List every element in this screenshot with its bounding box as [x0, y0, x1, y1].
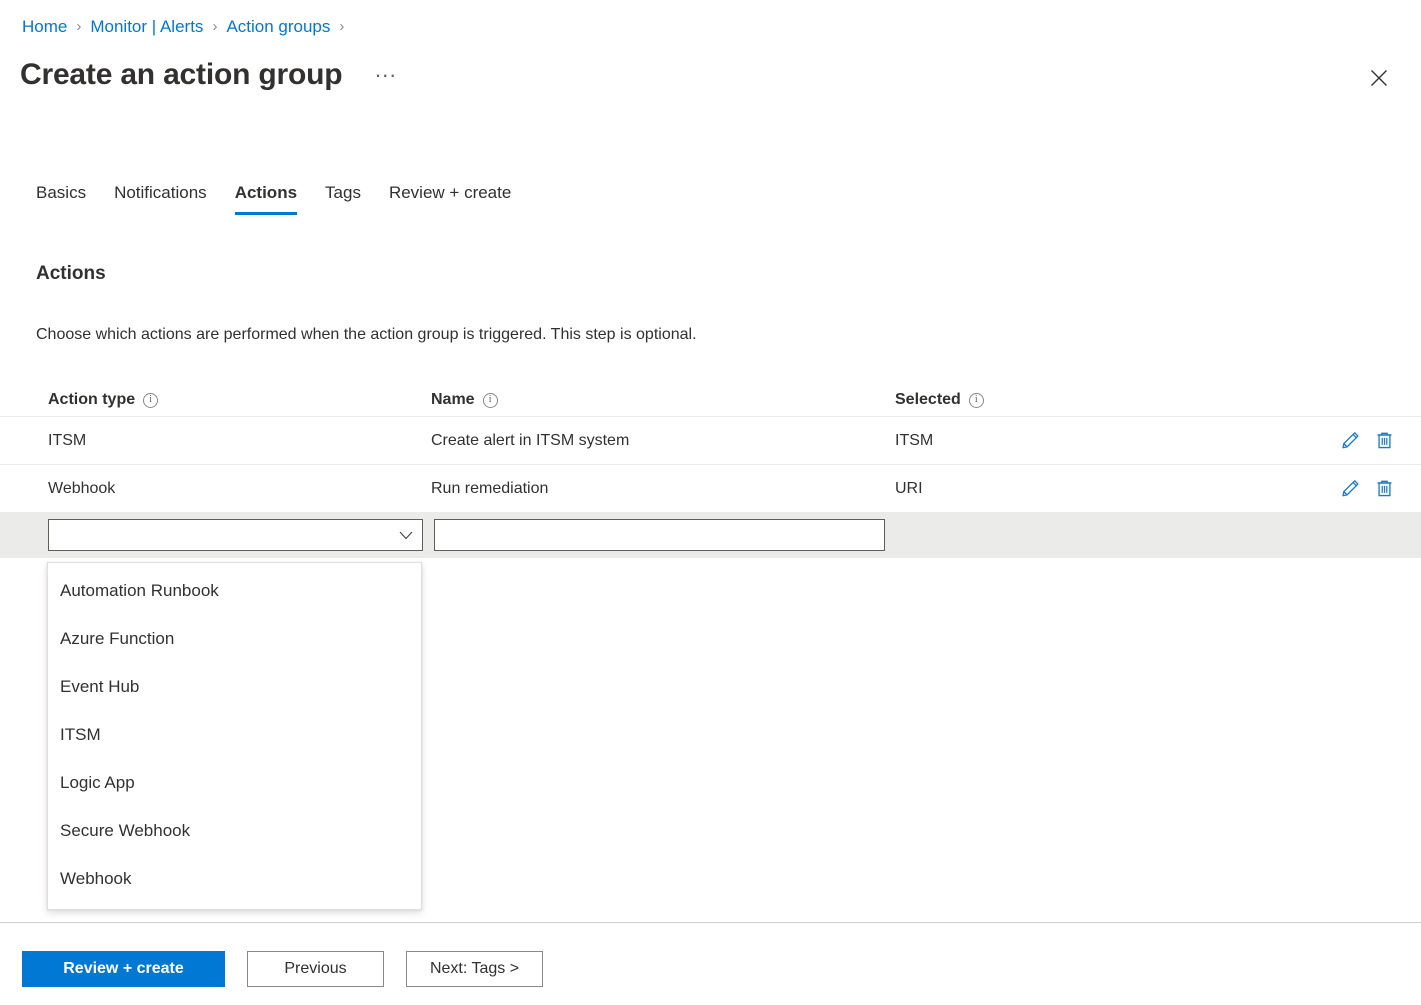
wizard-tabs: Basics Notifications Actions Tags Review… — [36, 178, 525, 215]
info-icon[interactable]: i — [969, 393, 984, 408]
section-heading: Actions — [36, 261, 106, 287]
cell-name: Create alert in ITSM system — [431, 430, 895, 452]
row-action-buttons — [1317, 430, 1395, 452]
close-icon[interactable] — [1363, 62, 1395, 94]
section-description: Choose which actions are performed when … — [36, 324, 697, 346]
cell-selected: URI — [895, 478, 1317, 500]
cell-action-type: ITSM — [48, 430, 431, 452]
tab-basics[interactable]: Basics — [36, 178, 100, 215]
trash-icon[interactable] — [1373, 478, 1395, 500]
column-header-action-type: Action type i — [48, 389, 431, 411]
column-header-selected-label: Selected — [895, 389, 961, 411]
row-action-buttons — [1317, 478, 1395, 500]
chevron-down-icon — [399, 531, 413, 540]
breadcrumb-separator-icon: › — [212, 15, 217, 39]
footer-divider — [0, 922, 1421, 923]
action-type-dropdown-list: Automation Runbook Azure Function Event … — [47, 562, 422, 910]
dropdown-option-azure-function[interactable]: Azure Function — [48, 615, 421, 663]
dropdown-option-event-hub[interactable]: Event Hub — [48, 663, 421, 711]
actions-table: Action type i Name i Selected i ITSM Cre… — [0, 384, 1421, 558]
breadcrumb-item-action-groups[interactable]: Action groups — [226, 15, 330, 39]
page-title: Create an action group — [20, 55, 342, 95]
column-header-name-label: Name — [431, 389, 475, 411]
title-row: Create an action group ··· — [20, 55, 402, 95]
tab-review-create[interactable]: Review + create — [375, 178, 525, 215]
cell-action-type: Webhook — [48, 478, 431, 500]
breadcrumb-item-monitor-alerts[interactable]: Monitor | Alerts — [90, 15, 203, 39]
dropdown-option-secure-webhook[interactable]: Secure Webhook — [48, 807, 421, 855]
tab-basics-label: Basics — [36, 183, 86, 202]
action-name-input[interactable] — [434, 519, 885, 551]
action-type-select[interactable] — [48, 519, 423, 551]
tab-review-create-label: Review + create — [389, 183, 511, 202]
dropdown-option-webhook[interactable]: Webhook — [48, 855, 421, 903]
column-header-selected: Selected i — [895, 389, 1317, 411]
breadcrumb-separator-icon: › — [339, 15, 344, 39]
pencil-icon[interactable] — [1339, 478, 1361, 500]
tab-notifications[interactable]: Notifications — [100, 178, 221, 215]
cell-selected: ITSM — [895, 430, 1317, 452]
cell-name: Run remediation — [431, 478, 895, 500]
previous-button[interactable]: Previous — [247, 951, 384, 987]
column-header-name: Name i — [431, 389, 895, 411]
new-action-row — [0, 512, 1421, 558]
table-row[interactable]: ITSM Create alert in ITSM system ITSM — [0, 416, 1421, 464]
table-row[interactable]: Webhook Run remediation URI — [0, 464, 1421, 512]
more-options-icon[interactable]: ··· — [368, 61, 402, 89]
next-tags-button[interactable]: Next: Tags > — [406, 951, 543, 987]
tab-actions[interactable]: Actions — [221, 178, 311, 215]
dropdown-option-logic-app[interactable]: Logic App — [48, 759, 421, 807]
info-icon[interactable]: i — [143, 393, 158, 408]
tab-tags-label: Tags — [325, 183, 361, 202]
dropdown-option-itsm[interactable]: ITSM — [48, 711, 421, 759]
column-header-action-type-label: Action type — [48, 389, 135, 411]
tab-notifications-label: Notifications — [114, 183, 207, 202]
breadcrumb-separator-icon: › — [76, 15, 81, 39]
breadcrumb: Home › Monitor | Alerts › Action groups … — [22, 15, 353, 39]
footer-actions: Review + create Previous Next: Tags > — [22, 951, 543, 987]
table-header-row: Action type i Name i Selected i — [0, 384, 1421, 416]
create-action-group-blade: Home › Monitor | Alerts › Action groups … — [0, 0, 1421, 1005]
review-create-button[interactable]: Review + create — [22, 951, 225, 987]
tab-tags[interactable]: Tags — [311, 178, 375, 215]
pencil-icon[interactable] — [1339, 430, 1361, 452]
tab-actions-label: Actions — [235, 183, 297, 202]
dropdown-option-automation-runbook[interactable]: Automation Runbook — [48, 567, 421, 615]
trash-icon[interactable] — [1373, 430, 1395, 452]
breadcrumb-item-home[interactable]: Home — [22, 15, 67, 39]
info-icon[interactable]: i — [483, 393, 498, 408]
